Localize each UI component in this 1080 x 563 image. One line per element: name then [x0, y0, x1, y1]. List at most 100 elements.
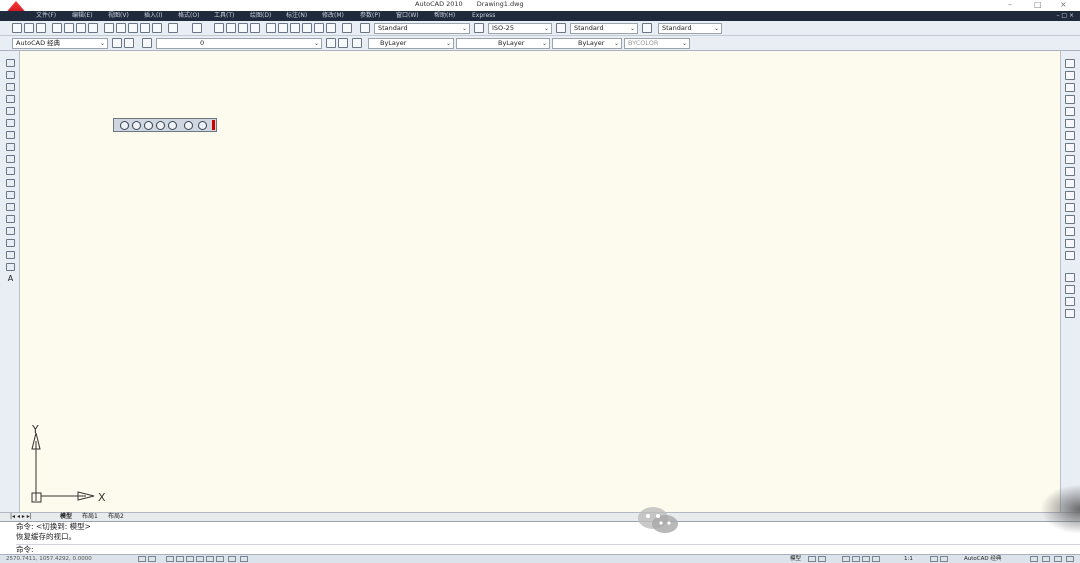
mirror-icon[interactable] [1065, 83, 1075, 92]
pan-status-icon[interactable] [842, 556, 850, 562]
quick-view-layouts-icon[interactable] [818, 556, 826, 562]
hatch-icon[interactable] [6, 227, 15, 235]
document-window-controls[interactable]: – □ × [1056, 11, 1074, 21]
make-current-layer-icon[interactable] [326, 38, 336, 48]
maximize-button[interactable]: □ [1034, 0, 1042, 9]
annotation-visibility-icon[interactable] [930, 556, 938, 562]
match-properties-icon[interactable] [140, 23, 150, 33]
trim-icon[interactable] [1065, 167, 1075, 176]
copy-icon[interactable] [116, 23, 126, 33]
erase-icon[interactable] [1065, 59, 1075, 68]
menu-tools[interactable]: 工具(T) [214, 11, 234, 21]
send-to-back-icon[interactable] [1065, 297, 1075, 306]
plot-preview-icon[interactable] [64, 23, 74, 33]
plot-icon[interactable] [52, 23, 62, 33]
close-button[interactable]: × [1060, 0, 1067, 9]
table-style-select[interactable]: Standard ⌄ [570, 23, 638, 34]
menu-dimension[interactable]: 标注(N) [286, 11, 307, 21]
polyline-icon[interactable] [6, 83, 15, 91]
polygon-icon[interactable] [6, 95, 15, 103]
save-icon[interactable] [36, 23, 46, 33]
tab-navigation[interactable]: |◂ ◂ ▸ ▸| [10, 513, 32, 521]
undo-icon[interactable] [168, 23, 178, 33]
coordinate-readout[interactable]: 2570.7411, 1057.4292, 0.0000 [6, 555, 92, 563]
quick-properties-icon[interactable] [240, 556, 248, 562]
ellipse-arc-icon[interactable] [6, 179, 15, 187]
copy-object-icon[interactable] [1065, 71, 1075, 80]
polar-tracking-icon[interactable] [176, 556, 184, 562]
back-view-icon[interactable] [198, 121, 207, 130]
model-space-label[interactable]: 模型 [790, 555, 801, 563]
markup-icon[interactable] [314, 23, 324, 33]
table-style-icon[interactable] [556, 23, 566, 33]
front-view-icon[interactable] [184, 121, 193, 130]
array-icon[interactable] [1065, 107, 1075, 116]
toolbar-close-icon[interactable] [212, 120, 215, 130]
pan-icon[interactable] [214, 23, 224, 33]
extend-icon[interactable] [1065, 179, 1075, 188]
multiline-text-icon[interactable]: A [6, 275, 15, 285]
mleader-style-select[interactable]: Standard ⌄ [658, 23, 722, 34]
lineweight-icon[interactable] [228, 556, 236, 562]
color-select[interactable]: ByLayer ⌄ [368, 38, 454, 49]
explode-icon[interactable] [1065, 251, 1075, 260]
insert-block-icon[interactable] [6, 191, 15, 199]
menu-edit[interactable]: 编辑(E) [72, 11, 92, 21]
menu-file[interactable]: 文件(F) [36, 11, 56, 21]
properties-icon[interactable] [266, 23, 276, 33]
tab-layout2[interactable]: 布局2 [108, 513, 124, 521]
break-icon[interactable] [1065, 203, 1075, 212]
line-icon[interactable] [6, 59, 15, 67]
layer-previous-icon[interactable] [338, 38, 348, 48]
my-workspace-icon[interactable] [124, 38, 134, 48]
dim-style-icon[interactable] [474, 23, 484, 33]
redo-icon[interactable] [192, 23, 202, 33]
tab-layout1[interactable]: 布局1 [82, 513, 98, 521]
layer-select[interactable]: 0 ⌄ [156, 38, 322, 49]
menu-view[interactable]: 视图(V) [108, 11, 129, 21]
dynamic-input-icon[interactable] [216, 556, 224, 562]
move-icon[interactable] [1065, 119, 1075, 128]
point-icon[interactable] [6, 215, 15, 223]
menu-insert[interactable]: 插入(I) [144, 11, 162, 21]
arc-icon[interactable] [6, 119, 15, 127]
text-style-icon[interactable] [360, 23, 370, 33]
table-icon[interactable] [6, 263, 15, 271]
hardware-acceleration-icon[interactable] [1042, 556, 1050, 562]
zoom-previous-icon[interactable] [250, 23, 260, 33]
tab-model[interactable]: 模型 [60, 513, 72, 521]
tool-palettes-icon[interactable] [290, 23, 300, 33]
snap-mode-icon[interactable] [138, 556, 146, 562]
workspace-settings-icon[interactable] [112, 38, 122, 48]
gradient-icon[interactable] [6, 239, 15, 247]
annotation-scale[interactable]: 1:1 [904, 555, 913, 563]
zoom-status-icon[interactable] [852, 556, 860, 562]
object-snap-tracking-icon[interactable] [196, 556, 204, 562]
stretch-icon[interactable] [1065, 155, 1075, 164]
bottom-view-icon[interactable] [144, 121, 153, 130]
publish-icon[interactable] [76, 23, 86, 33]
layout-icon[interactable] [808, 556, 816, 562]
scale-icon[interactable] [1065, 143, 1075, 152]
paste-icon[interactable] [128, 23, 138, 33]
rectangle-icon[interactable] [6, 107, 15, 115]
layer-properties-icon[interactable] [142, 38, 152, 48]
named-views-icon[interactable] [120, 121, 129, 130]
steeringwheel-icon[interactable] [862, 556, 870, 562]
join-icon[interactable] [1065, 215, 1075, 224]
make-block-icon[interactable] [6, 203, 15, 211]
lock-icon[interactable] [1030, 556, 1038, 562]
menu-format[interactable]: 格式(O) [178, 11, 199, 21]
text-style-select[interactable]: Standard ⌄ [374, 23, 470, 34]
workspace-select[interactable]: AutoCAD 经典 ⌄ [12, 38, 108, 49]
right-view-icon[interactable] [168, 121, 177, 130]
workspace-switch[interactable]: AutoCAD 经典 [964, 555, 1001, 563]
ortho-mode-icon[interactable] [166, 556, 174, 562]
top-view-icon[interactable] [132, 121, 141, 130]
revision-cloud-icon[interactable] [6, 143, 15, 151]
3d-dwf-icon[interactable] [88, 23, 98, 33]
zoom-realtime-icon[interactable] [226, 23, 236, 33]
new-icon[interactable] [12, 23, 22, 33]
cut-icon[interactable] [104, 23, 114, 33]
fillet-icon[interactable] [1065, 239, 1075, 248]
